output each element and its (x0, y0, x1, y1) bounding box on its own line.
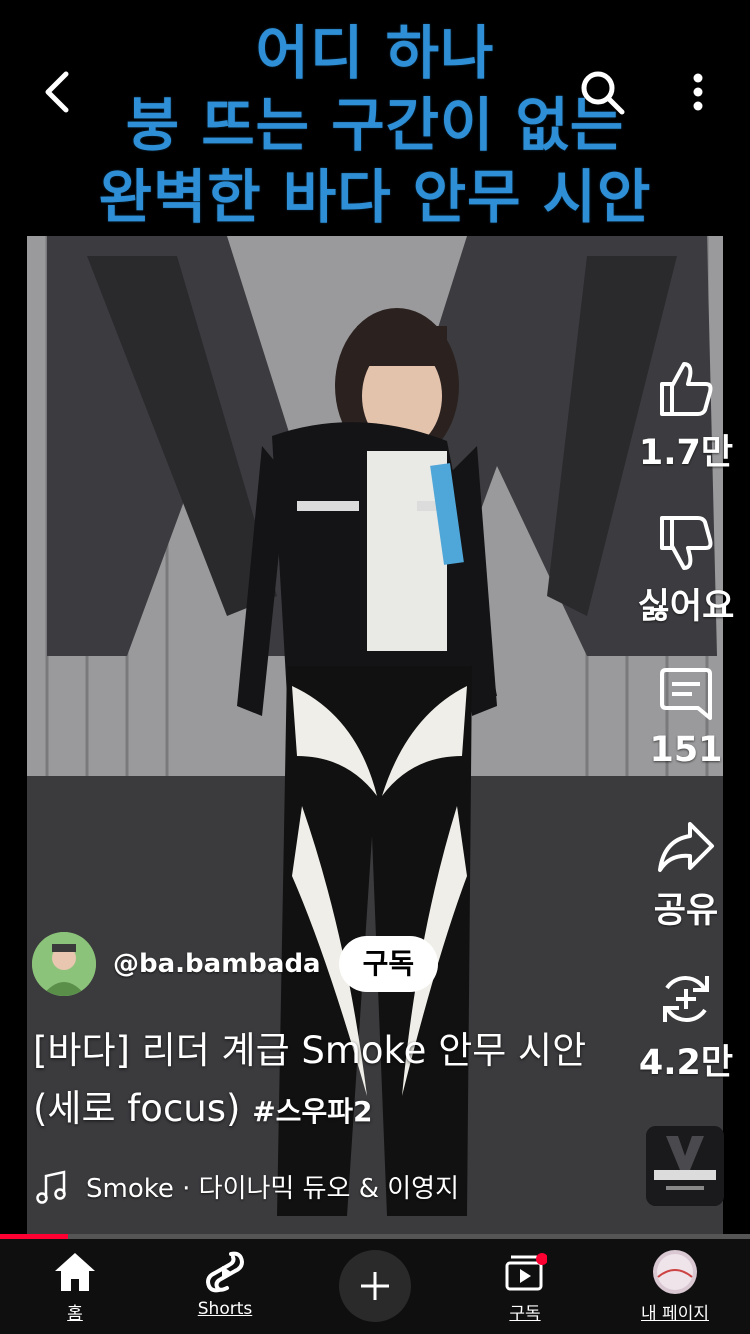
remix-count: 4.2만 (638, 1043, 734, 1083)
nav-shorts-label: Shorts (197, 1299, 253, 1319)
thumbs-up-icon (660, 362, 713, 416)
video-caption: 어디 하나 붕 뜨는 구간이 없는 완벽한 바다 안무 시안 (0, 0, 750, 236)
video-title[interactable]: [바다] 리더 계급 Smoke 안무 시안 (세로 focus) #스우파2 (33, 1022, 603, 1141)
channel-row: @ba.bambada 구독 (32, 932, 439, 996)
create-button[interactable] (339, 1250, 411, 1322)
music-title: Smoke · 다이나믹 듀오 & 이영지 (86, 1174, 460, 1204)
thumbs-down-icon (660, 516, 713, 570)
dislike-button[interactable]: 싫어요 (630, 514, 742, 629)
chevron-left-icon (45, 71, 69, 113)
like-button[interactable]: 1.7만 (630, 360, 742, 475)
sound-thumbnail[interactable] (646, 1126, 724, 1206)
back-button[interactable] (28, 64, 84, 120)
avatar-image (32, 932, 96, 996)
remix-button[interactable]: 4.2만 (630, 970, 742, 1085)
subscribe-button[interactable]: 구독 (338, 936, 439, 992)
nav-subscriptions-label: 구독 (509, 1304, 541, 1324)
comment-count: 151 (649, 730, 723, 770)
more-vertical-icon (693, 73, 703, 111)
nav-home-label: 홈 (67, 1304, 83, 1324)
share-button[interactable]: 공유 (630, 818, 742, 933)
subscriptions-icon (505, 1253, 547, 1291)
channel-avatar[interactable] (32, 932, 96, 996)
plus-icon (361, 1272, 389, 1300)
comment-icon (660, 668, 712, 720)
sound-thumbnail-image (646, 1126, 724, 1206)
more-options-button[interactable] (676, 64, 720, 120)
comments-button[interactable]: 151 (630, 666, 742, 770)
caption-line-3: 완벽한 바다 안무 시안 (98, 163, 652, 231)
like-count: 1.7만 (638, 433, 734, 473)
nav-profile[interactable]: 내 페이지 (600, 1249, 750, 1324)
profile-avatar-icon (653, 1250, 697, 1294)
search-button[interactable] (574, 64, 630, 120)
share-icon (658, 822, 714, 872)
nav-shorts[interactable]: Shorts (150, 1249, 300, 1319)
channel-handle[interactable]: @ba.bambada (113, 949, 321, 979)
nav-home[interactable]: 홈 (0, 1249, 150, 1324)
nav-profile-label: 내 페이지 (641, 1304, 709, 1324)
nav-subscriptions[interactable]: 구독 (450, 1249, 600, 1324)
music-row[interactable]: Smoke · 다이나믹 듀오 & 이영지 (36, 1168, 459, 1205)
music-note-icon (36, 1169, 66, 1204)
hashtag-link[interactable]: #스우파2 (252, 1095, 372, 1128)
search-icon (581, 71, 625, 115)
dislike-label: 싫어요 (637, 587, 735, 627)
share-label: 공유 (653, 891, 719, 931)
remix-icon (663, 976, 709, 1022)
shorts-icon (205, 1251, 245, 1293)
home-icon (55, 1253, 95, 1291)
